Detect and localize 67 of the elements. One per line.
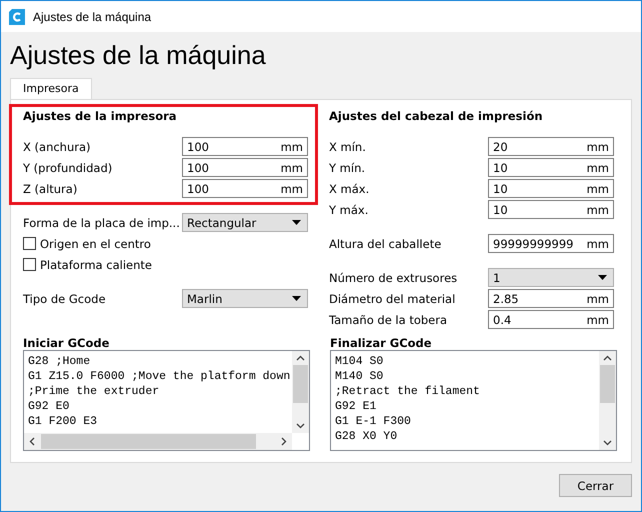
field-label: Diámetro del material	[329, 292, 456, 306]
scroll-up-icon	[296, 355, 305, 361]
code-line: G92 E1	[335, 399, 378, 414]
code-line: G1 F200 E3	[28, 414, 98, 429]
dropdown[interactable]: Rectangular	[182, 213, 308, 232]
scroll-down-icon	[296, 423, 305, 429]
input-field[interactable]: 10 mm	[488, 200, 614, 219]
code-editor[interactable]: G28 ;Home G1 Z15.0 F6000 ;Move the platform down ;Prime the extruder G92 E0 G1 F200 E3	[23, 350, 310, 451]
input-field[interactable]: 10 mm	[488, 158, 614, 177]
scrollbar-thumb[interactable]	[600, 365, 615, 403]
caret-icon	[598, 275, 607, 280]
code-line: G28 X0 Y0	[335, 429, 398, 444]
scroll-up-icon	[603, 355, 612, 361]
code-editor[interactable]: M104 S0 M140 S0 ;Retract the filament G92 E1 G1 E-1 F300 G28 X0 Y0	[330, 350, 617, 451]
checkbox-label: Plataforma caliente	[40, 258, 152, 272]
input-field[interactable]: 2.85 mm	[488, 289, 614, 308]
checkbox[interactable]	[23, 237, 36, 250]
input-field[interactable]: 100 mm	[182, 137, 308, 156]
close-button[interactable]: Cerrar	[559, 474, 632, 497]
dropdown[interactable]: Marlin	[182, 289, 308, 308]
vertical-scrollbar[interactable]	[599, 351, 616, 450]
app-logo-icon	[9, 8, 25, 24]
field-label: Número de extrusores	[329, 270, 458, 284]
scroll-left-icon	[29, 437, 35, 446]
tab[interactable]: Impresora	[10, 78, 92, 99]
scroll-down-icon	[603, 440, 612, 446]
code-line: G1 E-1 F300	[335, 414, 412, 429]
field-label: Tamaño de la tobera	[329, 312, 448, 326]
field-label: X mín.	[329, 140, 367, 154]
dropdown[interactable]: 1	[488, 268, 614, 287]
field-label: Altura del caballete	[329, 236, 442, 250]
caret-icon	[292, 296, 301, 301]
field-label: Z (altura)	[23, 182, 78, 196]
section-title: Ajustes de la impresora	[23, 108, 178, 125]
input-field[interactable]: 99999999999 mm	[488, 234, 614, 253]
section-title: Finalizar GCode	[330, 336, 433, 350]
field-label: Y mín.	[329, 160, 366, 174]
field-label: Y (profundidad)	[23, 160, 114, 174]
input-field[interactable]: 10 mm	[488, 179, 614, 198]
field-label: X (anchura)	[23, 140, 92, 154]
scroll-right-icon	[281, 437, 287, 446]
section-title: Iniciar GCode	[23, 336, 110, 350]
code-line: ;Retract the filament	[335, 384, 481, 399]
input-field[interactable]: 100 mm	[182, 158, 308, 177]
code-line: G28 ;Home	[28, 354, 92, 369]
window-title: Ajustes de la máquina	[33, 10, 152, 24]
input-field[interactable]: 0.4 mm	[488, 310, 614, 329]
horizontal-scrollbar[interactable]	[24, 433, 292, 450]
code-line: M140 S0	[335, 369, 384, 384]
scrollbar-thumb[interactable]	[293, 365, 308, 403]
field-label: Forma de la placa de imp...	[23, 216, 181, 230]
code-line: G1 Z15.0 F6000 ;Move the platform down	[28, 369, 292, 384]
caret-icon	[292, 220, 301, 225]
section-title: Ajustes del cabezal de impresión	[329, 108, 544, 125]
code-line: ;Prime the extruder	[28, 384, 160, 399]
page-heading: Ajustes de la máquina	[10, 39, 267, 72]
field-label: X máx.	[329, 182, 370, 196]
input-field[interactable]: 100 mm	[182, 179, 308, 198]
field-label: Y máx.	[329, 202, 370, 216]
code-line: G92 E0	[28, 399, 70, 414]
checkbox-label: Origen en el centro	[40, 236, 151, 250]
code-line: M104 S0	[335, 354, 384, 369]
field-label: Tipo de Gcode	[23, 292, 107, 306]
input-field[interactable]: 20 mm	[488, 137, 614, 156]
vertical-scrollbar[interactable]	[292, 351, 309, 433]
checkbox[interactable]	[23, 258, 36, 271]
scrollbar-thumb[interactable]	[41, 434, 256, 449]
